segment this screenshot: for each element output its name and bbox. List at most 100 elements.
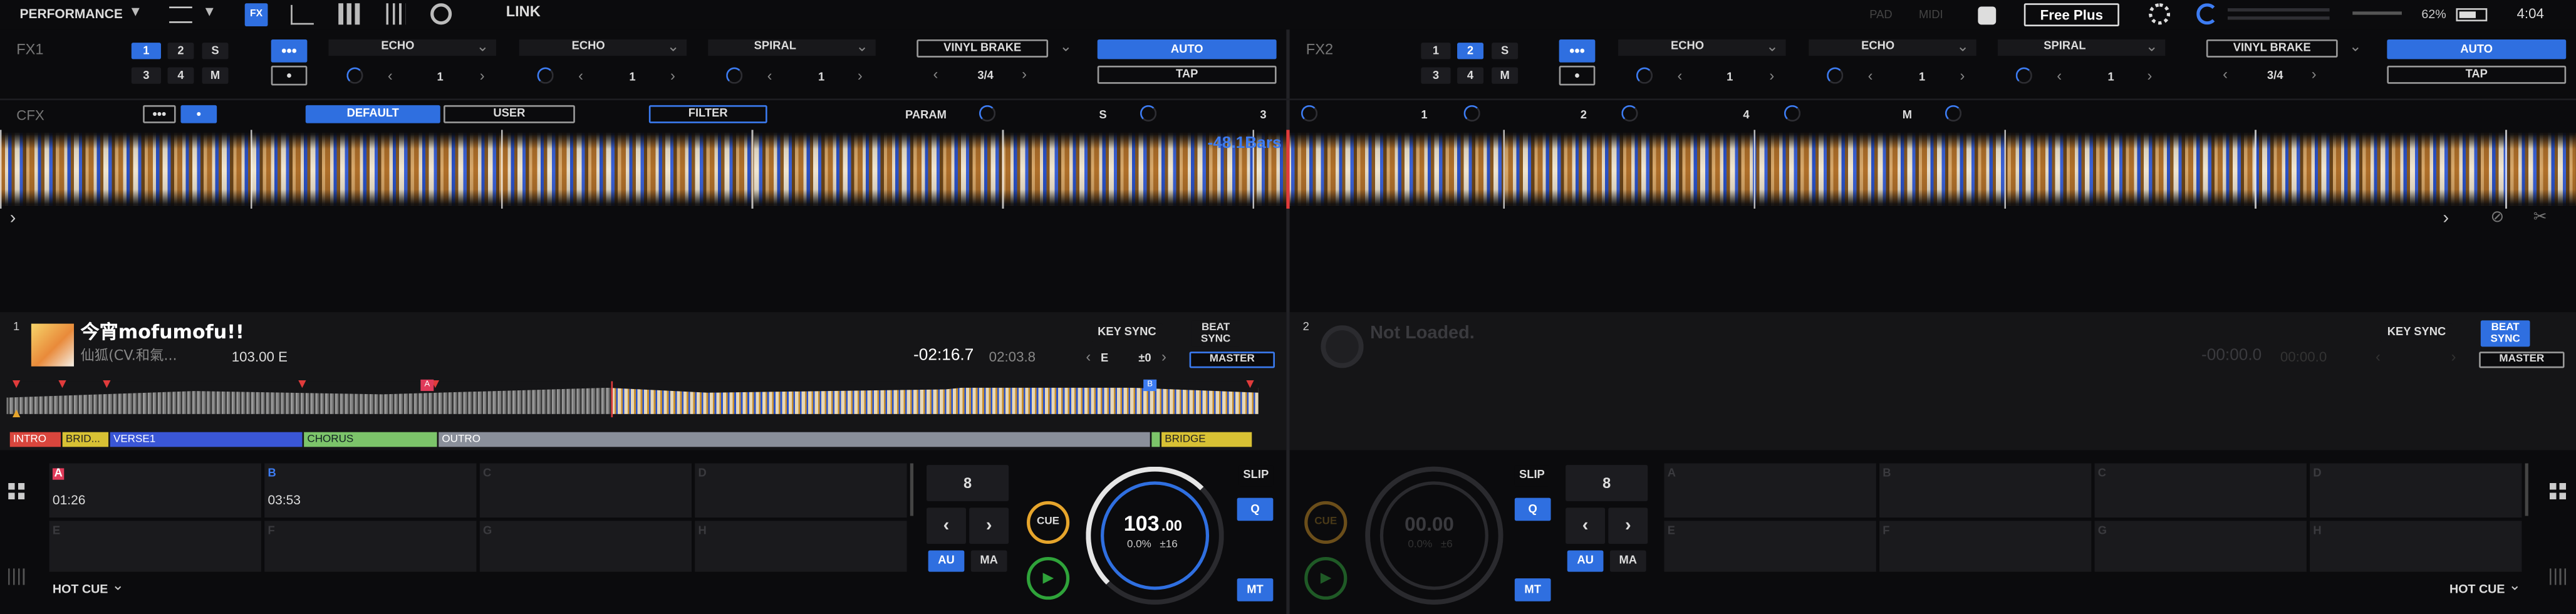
hot-cue-pad-h[interactable]: H	[2310, 521, 2522, 572]
fx2-unit-2-name[interactable]: ECHO	[1861, 41, 1894, 53]
beat-increase-icon[interactable]: ›	[1769, 68, 1774, 84]
deck1-au-button[interactable]: AU	[928, 550, 965, 572]
beat-decrease-icon[interactable]: ‹	[388, 68, 393, 84]
fx1-slot-3[interactable]: 3	[131, 67, 161, 84]
fx1-on-button[interactable]: •	[271, 65, 308, 86]
deck1-cue-button[interactable]: CUE	[1027, 501, 1070, 544]
loop-double-icon[interactable]: ›	[969, 507, 1009, 544]
chevron-down-icon[interactable]: ⌄	[2508, 578, 2521, 593]
cfx-param-knob[interactable]	[979, 105, 996, 122]
record-icon[interactable]	[430, 3, 452, 25]
hot-cue-pad-b[interactable]: B	[1879, 463, 2092, 518]
layout-selector[interactable]: PERFORMANCE	[19, 8, 122, 21]
hot-cue-pad-f[interactable]: F	[264, 521, 477, 572]
deck1-key-sync-button[interactable]: KEY SYNC	[1091, 323, 1163, 342]
chevron-down-icon[interactable]: ⌄	[2349, 39, 2362, 55]
fx1-unit-3-name[interactable]: SPIRAL	[754, 41, 796, 53]
fx1-unit-1-name[interactable]: ECHO	[381, 41, 414, 53]
fx1-unit-2-name[interactable]: ECHO	[572, 41, 605, 53]
beat-increase-icon[interactable]: ›	[1022, 66, 1027, 83]
fx1-tap-button[interactable]: TAP	[1097, 65, 1277, 84]
fx2-unit-3-name[interactable]: SPIRAL	[2044, 41, 2085, 53]
deck2-master-button[interactable]: MASTER	[2479, 351, 2565, 368]
beat-increase-icon[interactable]: ›	[670, 68, 675, 84]
pad-scrollbar[interactable]	[910, 463, 914, 516]
beat-decrease-icon[interactable]: ‹	[1677, 68, 1682, 84]
deck2-ma-button[interactable]: MA	[1609, 550, 1646, 572]
mixer-icon[interactable]	[386, 3, 406, 25]
chevron-down-icon[interactable]: ⌄	[1956, 39, 1969, 55]
fx1-slot-2[interactable]: 2	[167, 43, 194, 60]
pad-mode-label[interactable]: PAD	[1869, 10, 1892, 21]
play-pause-icon[interactable]: ▶	[1027, 556, 1070, 600]
deck2-cue-button[interactable]: CUE	[1304, 501, 1348, 544]
fx2-slot-3[interactable]: 3	[1421, 67, 1451, 84]
hot-cue-pad-c[interactable]: C	[2094, 463, 2307, 518]
cfx-knob[interactable]	[1621, 105, 1638, 122]
hot-cue-pad-f[interactable]: F	[1879, 521, 2092, 572]
beat-increase-icon[interactable]: ›	[480, 68, 485, 84]
side-panel-icon[interactable]	[8, 568, 25, 585]
cfx-knob[interactable]	[1784, 105, 1801, 122]
beat-decrease-icon[interactable]: ‹	[578, 68, 583, 84]
hot-cue-pad-d[interactable]: D	[695, 463, 907, 518]
chevron-right-icon[interactable]: ›	[2443, 209, 2449, 229]
cfx-on-button[interactable]: •	[180, 105, 217, 123]
settings-gear-icon[interactable]	[2149, 3, 2171, 25]
deck2-master-tempo-button[interactable]: MT	[1514, 578, 1551, 601]
fx1-more-button[interactable]: •••	[271, 39, 308, 63]
fx2-unit-1-name[interactable]: ECHO	[1671, 41, 1704, 53]
deck1-overview-waveform[interactable]	[6, 381, 1259, 418]
layout-dropdown-icon[interactable]: ▾	[132, 4, 140, 21]
deck2-au-button[interactable]: AU	[1567, 550, 1604, 572]
key-down-icon[interactable]: ‹	[1086, 349, 1091, 365]
deck1-pad-mode-select[interactable]: HOT CUE	[53, 583, 108, 596]
deck1-loop-length[interactable]: 8	[927, 465, 1009, 501]
deck1-beat-sync-button[interactable]: BEAT SYNC	[1191, 320, 1240, 347]
fx1-slot-1[interactable]: 1	[131, 43, 161, 60]
midi-label[interactable]: MIDI	[1919, 10, 1943, 21]
beat-decrease-icon[interactable]: ‹	[2223, 66, 2228, 83]
chevron-down-icon[interactable]: ⌄	[2146, 39, 2158, 55]
cfx-knob[interactable]	[1301, 105, 1318, 122]
deck2-beat-sync-button[interactable]: BEAT SYNC	[2480, 320, 2530, 347]
play-pause-icon[interactable]: ▶	[1304, 556, 1348, 600]
fx1-slot-m[interactable]: M	[202, 67, 229, 84]
hot-cue-pad-g[interactable]: G	[479, 521, 692, 572]
fx2-slot-m[interactable]: M	[1492, 67, 1519, 84]
pad-mode-grid-icon[interactable]	[2549, 482, 2567, 500]
fx2-slot-s[interactable]: S	[1492, 43, 1519, 60]
chevron-down-icon[interactable]: ⌄	[1766, 39, 1779, 55]
key-down-icon[interactable]: ‹	[2376, 349, 2381, 365]
hot-cue-pad-a[interactable]: A 01:26	[49, 463, 261, 518]
chevron-down-icon[interactable]: ⌄	[1059, 39, 1072, 55]
loop-double-icon[interactable]: ›	[1608, 507, 1648, 544]
hot-cue-pad-c[interactable]: C	[479, 463, 692, 518]
deck1-master-button[interactable]: MASTER	[1189, 351, 1275, 368]
beat-decrease-icon[interactable]: ‹	[2057, 68, 2062, 84]
grid-pads-icon[interactable]	[338, 3, 360, 25]
info-icon[interactable]	[1978, 6, 1997, 25]
cfx-default-tab[interactable]: DEFAULT	[305, 105, 440, 123]
deck2-quantize-button[interactable]: Q	[1514, 497, 1551, 521]
fx2-tap-button[interactable]: TAP	[2387, 65, 2567, 84]
loop-halve-icon[interactable]: ‹	[927, 507, 966, 544]
cfx-more-button[interactable]: •••	[143, 105, 176, 123]
hot-cue-pad-d[interactable]: D	[2310, 463, 2522, 518]
hot-cue-pad-e[interactable]: E	[49, 521, 261, 572]
hot-cue-pad-e[interactable]: E	[1664, 521, 1876, 572]
fx2-brake-select[interactable]: VINYL BRAKE	[2206, 39, 2338, 58]
fx2-slot-4[interactable]: 4	[1457, 67, 1484, 84]
beat-increase-icon[interactable]: ›	[858, 68, 863, 84]
link-button[interactable]: LINK	[506, 4, 541, 20]
fx2-unit-1-knob[interactable]	[1636, 67, 1653, 84]
beat-increase-icon[interactable]: ›	[2312, 66, 2317, 83]
side-panel-icon[interactable]	[2549, 568, 2567, 585]
chevron-down-icon[interactable]: ⌄	[667, 39, 680, 55]
loop-halve-icon[interactable]: ‹	[1566, 507, 1606, 544]
key-up-icon[interactable]: ›	[2451, 349, 2456, 365]
cfx-knob[interactable]	[1945, 105, 1962, 122]
menu-icon[interactable]	[169, 6, 192, 23]
fx-panel-toggle[interactable]: FX	[244, 3, 268, 26]
fx2-auto-button[interactable]: AUTO	[2387, 39, 2567, 60]
